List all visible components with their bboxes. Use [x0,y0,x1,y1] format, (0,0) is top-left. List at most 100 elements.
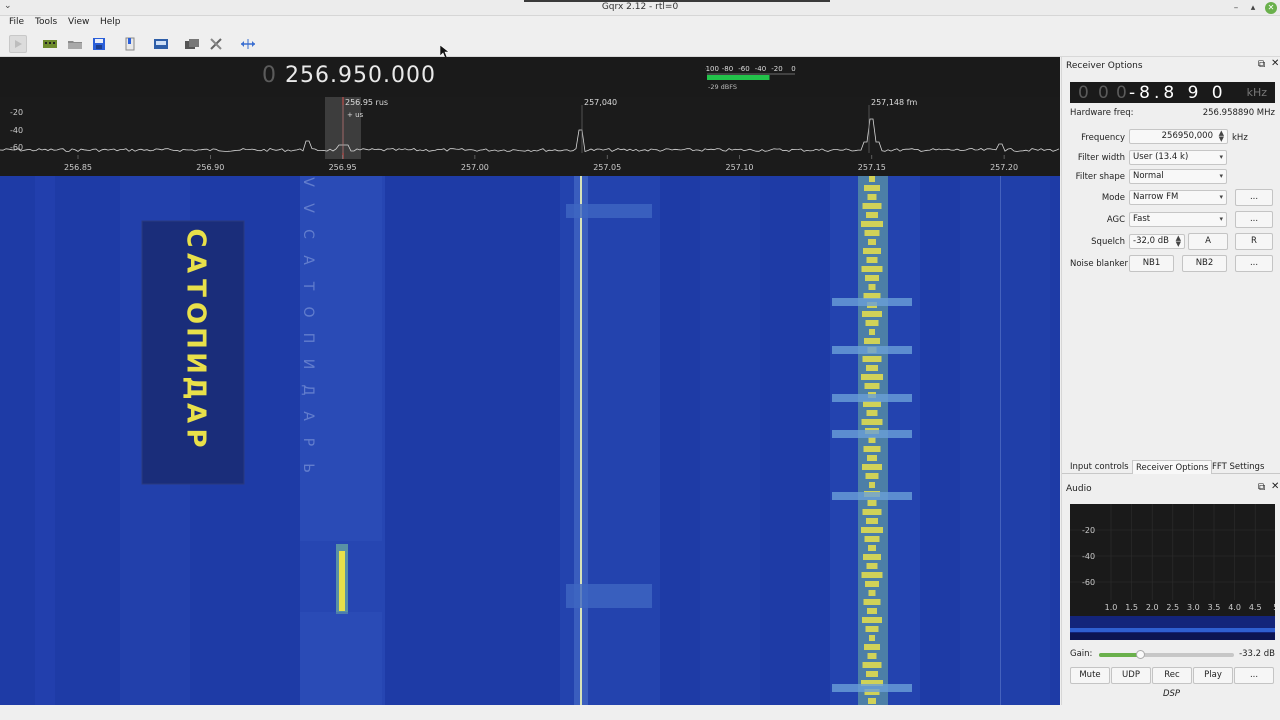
play-icon[interactable] [9,35,27,53]
spinbox-arrows-icon[interactable]: ▲ ▼ [1219,130,1224,143]
spectrum-y-tick: -40 [10,126,23,135]
minimize-button[interactable]: – [1230,2,1242,14]
nb2-button[interactable]: NB2 [1182,255,1227,272]
audio-fft-plot[interactable]: -20 -40 -60 1.0 1.5 2.0 2.5 3.0 3.5 4.0 4.5 5 [1070,504,1275,640]
bookmark-icon[interactable] [121,35,139,53]
squelch-reset-button[interactable]: R [1235,233,1273,250]
frequency-input-value: 256950,000 [1161,131,1213,141]
play-button[interactable]: Play [1193,667,1233,684]
menu-file[interactable]: File [9,17,24,27]
fm-signal-segment [866,563,878,569]
menu-help[interactable]: Help [100,17,121,27]
open-icon[interactable] [66,35,84,53]
mode-value: Narrow FM [1133,192,1179,202]
signal-column-core [580,176,582,705]
close-button[interactable]: ✕ [1265,2,1277,14]
waterfall-text-letter: П [181,327,211,349]
fm-signal-segment [865,581,879,587]
mode-label: Mode [1101,193,1125,203]
receiver-options-title: Receiver Options [1066,61,1143,71]
frequency-input[interactable]: 256950,000 ▲ ▼ [1129,129,1228,144]
waterfall-text-letter: Д [181,376,211,399]
fm-signal-segment [867,194,877,200]
squelch-input[interactable]: -32,0 dB ▲ ▼ [1129,234,1185,249]
spectrum-x-tick: 257.05 [593,163,621,172]
fm-signal-segment [868,545,876,551]
tab-receiver-options[interactable]: Receiver Options [1132,460,1213,474]
meter-readout: -29 dBFS [708,83,737,91]
lnb-dim-digit: 0 [1116,83,1127,103]
meter-tick-label: -80 [722,65,733,73]
mode-options-button[interactable]: ... [1235,189,1273,206]
frequency-leading-digit: 0 [262,63,277,88]
agc-value: Fast [1133,214,1151,224]
waterfall-text-letter: Р [181,428,211,447]
signal-meter: -100-80 -60 -40 -20 0 -29 dBFS [705,65,796,91]
spectrum-y-tick: -60 [10,143,23,152]
gain-slider-handle[interactable] [1135,650,1145,659]
filter-width-select[interactable]: User (13.4 k) ▾ [1129,150,1227,165]
waterfall-plot[interactable]: САТОПИДАРVVCATOПИДАРЬ [0,176,1060,705]
agc-select[interactable]: Fast ▾ [1129,212,1227,227]
fm-signal-segment [866,365,878,371]
close-dock-icon[interactable]: ✕ [1271,481,1279,492]
fm-signal-segment [865,473,879,479]
save-icon[interactable] [90,35,108,53]
close-dock-icon[interactable]: ✕ [1271,58,1279,69]
fm-signal-segment [863,446,881,452]
agc-options-button[interactable]: ... [1235,211,1273,228]
spectrum-x-tick: 256.90 [196,163,224,172]
nb1-button[interactable]: NB1 [1129,255,1174,272]
maximize-button[interactable]: ▴ [1247,2,1259,14]
audio-x-tick: 2.5 [1166,603,1179,612]
lnb-dim-digit: 0 [1098,83,1109,103]
chevron-down-icon: ▾ [1219,215,1223,223]
settings-icon[interactable] [207,35,225,53]
menu-tools[interactable]: Tools [35,17,57,27]
rec-button[interactable]: Rec [1152,667,1192,684]
menu-view[interactable]: View [68,17,89,27]
spectrum-plot[interactable]: -20 -40 -60 256.95 rus + us 257,040 257,148 fm… [0,97,1060,177]
meter-tick-label: -60 [738,65,749,73]
fm-signal-segment [862,356,882,362]
audio-options-button[interactable]: ... [1234,667,1274,684]
screenshot-icon[interactable] [152,35,170,53]
gain-row: Gain: -33.2 dB [1070,648,1275,662]
frequency-display[interactable]: 0 256.950.000 [262,63,436,88]
fm-signal-segment [865,626,879,632]
signal-band [566,584,652,608]
undock-icon[interactable]: ⧉ [1258,482,1265,493]
udp-button[interactable]: UDP [1111,667,1151,684]
audio-y-tick: -60 [1082,578,1095,587]
spinbox-arrows-icon[interactable]: ▲ ▼ [1176,235,1181,248]
waterfall-text-letter: И [181,352,211,374]
device-icon[interactable] [41,35,59,53]
fm-signal-segment [868,698,876,704]
undock-icon[interactable]: ⧉ [1258,59,1265,70]
bookmark-label: 257,040 [584,98,617,107]
meter-tick-label: 0 [791,65,795,73]
nb-options-button[interactable]: ... [1235,255,1273,272]
window-title: Gqrx 2.12 - rtl=0 [601,2,679,12]
hardware-freq-label: Hardware freq: [1070,108,1134,118]
waterfall-band [960,176,1050,705]
remote-icon[interactable] [183,35,201,53]
fm-signal-segment [868,239,876,245]
frequency-header: 0 256.950.000 -100-80 -60 -40 -20 0 -29 dBFS [0,57,1060,97]
fit-icon[interactable] [239,35,257,53]
mode-select[interactable]: Narrow FM ▾ [1129,190,1227,205]
hardware-freq-value: 256.958890 MHz [1202,108,1275,118]
fm-signal-segment [863,248,881,254]
lnb-offset-display[interactable]: 0 0 0 -8.8 9 0 kHz [1070,82,1275,103]
fm-signal-segment [862,509,882,515]
filter-shape-value: Normal [1133,171,1164,181]
fm-signal-segment [862,662,882,668]
tab-input-controls[interactable]: Input controls [1067,460,1132,474]
fm-signal-segment [867,608,877,614]
squelch-auto-button[interactable]: A [1188,233,1228,250]
filter-shape-select[interactable]: Normal ▾ [1129,169,1227,184]
tab-fft-settings[interactable]: FFT Settings [1209,460,1267,474]
spectrum-x-tick: 257.00 [461,163,489,172]
mute-button[interactable]: Mute [1070,667,1110,684]
gain-slider[interactable] [1099,650,1234,659]
